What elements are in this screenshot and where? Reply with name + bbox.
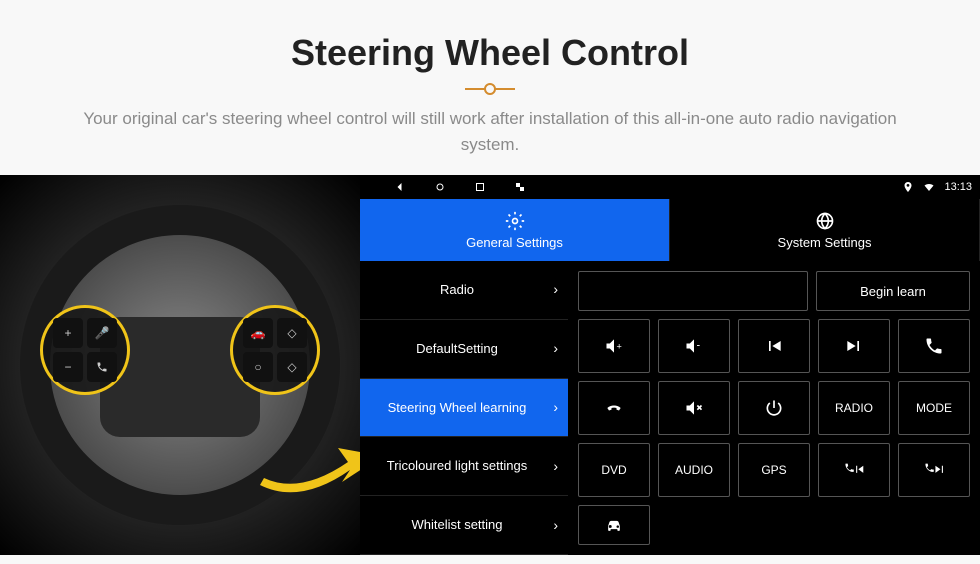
tab-system-settings[interactable]: System Settings <box>670 199 980 261</box>
mute-icon <box>684 398 704 418</box>
svg-text:-: - <box>697 340 701 352</box>
gps-icon <box>902 181 914 193</box>
clock: 13:13 <box>944 181 972 193</box>
volume-down-icon: - <box>684 336 704 356</box>
btn-mute[interactable] <box>658 381 730 435</box>
recent-icon[interactable] <box>474 181 486 193</box>
tab-general-settings[interactable]: General Settings <box>360 199 670 261</box>
menu-label: DefaultSetting <box>416 341 498 357</box>
settings-menu: Radio › DefaultSetting › Steering Wheel … <box>360 261 568 555</box>
btn-audio[interactable]: AUDIO <box>658 443 730 497</box>
chevron-right-icon: › <box>553 340 558 357</box>
chevron-right-icon: › <box>553 281 558 298</box>
btn-power[interactable] <box>738 381 810 435</box>
phone-prev-icon <box>844 460 864 480</box>
swc-learning-panel: Begin learn + - <box>568 261 980 555</box>
learn-display <box>578 271 808 311</box>
btn-phone[interactable] <box>898 319 970 373</box>
menu-item-radio[interactable]: Radio › <box>360 261 568 320</box>
prev-track-icon <box>764 336 784 356</box>
wifi-icon <box>922 181 936 193</box>
menu-item-tricolour[interactable]: Tricoloured light settings › <box>360 437 568 496</box>
menu-label: Tricoloured light settings <box>387 458 527 474</box>
power-icon <box>764 398 784 418</box>
btn-radio[interactable]: RADIO <box>818 381 890 435</box>
btn-hangup[interactable] <box>578 381 650 435</box>
globe-icon <box>815 211 835 231</box>
btn-label: GPS <box>761 463 786 477</box>
wheel-btn-down[interactable]: ◇ <box>277 352 307 382</box>
car-icon <box>604 515 624 535</box>
btn-mode[interactable]: MODE <box>898 381 970 435</box>
menu-label: Radio <box>440 282 474 298</box>
phone-next-icon <box>924 460 944 480</box>
btn-prev-track[interactable] <box>738 319 810 373</box>
hangup-icon <box>604 398 624 418</box>
chevron-right-icon: › <box>553 458 558 475</box>
btn-label: MODE <box>916 401 952 415</box>
btn-dvd[interactable]: DVD <box>578 443 650 497</box>
settings-content: Radio › DefaultSetting › Steering Wheel … <box>360 261 980 555</box>
tab-label: System Settings <box>778 235 872 250</box>
wheel-btn-circle[interactable]: ○ <box>243 352 273 382</box>
menu-item-default[interactable]: DefaultSetting › <box>360 320 568 379</box>
steering-wheel-photo: + 🎤 − 🚗 ◇ ○ ◇ <box>0 175 360 555</box>
wheel-btn-car[interactable]: 🚗 <box>243 318 273 348</box>
chevron-right-icon: › <box>553 399 558 416</box>
accent-divider <box>465 88 515 90</box>
menu-item-swc-learning[interactable]: Steering Wheel learning › <box>360 379 568 438</box>
btn-volume-down[interactable]: - <box>658 319 730 373</box>
wheel-btn-voice[interactable]: 🎤 <box>87 318 117 348</box>
wheel-btn-phone[interactable] <box>87 352 117 382</box>
btn-label: DVD <box>601 463 626 477</box>
btn-label: RADIO <box>835 401 873 415</box>
tab-label: General Settings <box>466 235 563 250</box>
btn-car[interactable] <box>578 505 650 545</box>
wheel-btn-up[interactable]: ◇ <box>277 318 307 348</box>
swc-button-grid: + - <box>578 319 970 497</box>
home-icon[interactable] <box>434 181 446 193</box>
head-unit-screen: 13:13 General Settings System Settings R… <box>360 175 980 555</box>
gear-icon <box>505 211 525 231</box>
btn-phone-next[interactable] <box>898 443 970 497</box>
menu-label: Steering Wheel learning <box>388 400 527 416</box>
android-status-bar: 13:13 <box>360 175 980 199</box>
wheel-btn-plus[interactable]: + <box>53 318 83 348</box>
page-subtitle: Your original car's steering wheel contr… <box>80 106 900 157</box>
back-icon[interactable] <box>394 181 406 193</box>
swc-last-row <box>578 505 970 545</box>
btn-volume-up[interactable]: + <box>578 319 650 373</box>
btn-phone-prev[interactable] <box>818 443 890 497</box>
btn-gps[interactable]: GPS <box>738 443 810 497</box>
menu-label: Whitelist setting <box>411 517 502 533</box>
phone-icon <box>924 336 944 356</box>
svg-text:+: + <box>617 341 622 351</box>
wheel-left-controls: + 🎤 − <box>40 305 130 395</box>
volume-up-icon: + <box>604 336 624 356</box>
chevron-right-icon: › <box>553 517 558 534</box>
begin-learn-button[interactable]: Begin learn <box>816 271 970 311</box>
next-track-icon <box>844 336 864 356</box>
settings-tabs: General Settings System Settings <box>360 199 980 261</box>
wheel-btn-minus[interactable]: − <box>53 352 83 382</box>
btn-label: AUDIO <box>675 463 713 477</box>
screenshot-icon[interactable] <box>514 181 526 193</box>
wheel-right-controls: 🚗 ◇ ○ ◇ <box>230 305 320 395</box>
menu-item-whitelist[interactable]: Whitelist setting › <box>360 496 568 555</box>
btn-next-track[interactable] <box>818 319 890 373</box>
page-title: Steering Wheel Control <box>40 32 940 74</box>
device-mockup: + 🎤 − 🚗 ◇ ○ ◇ <box>0 175 980 555</box>
header: Steering Wheel Control Your original car… <box>0 0 980 175</box>
begin-learn-label: Begin learn <box>860 284 926 299</box>
